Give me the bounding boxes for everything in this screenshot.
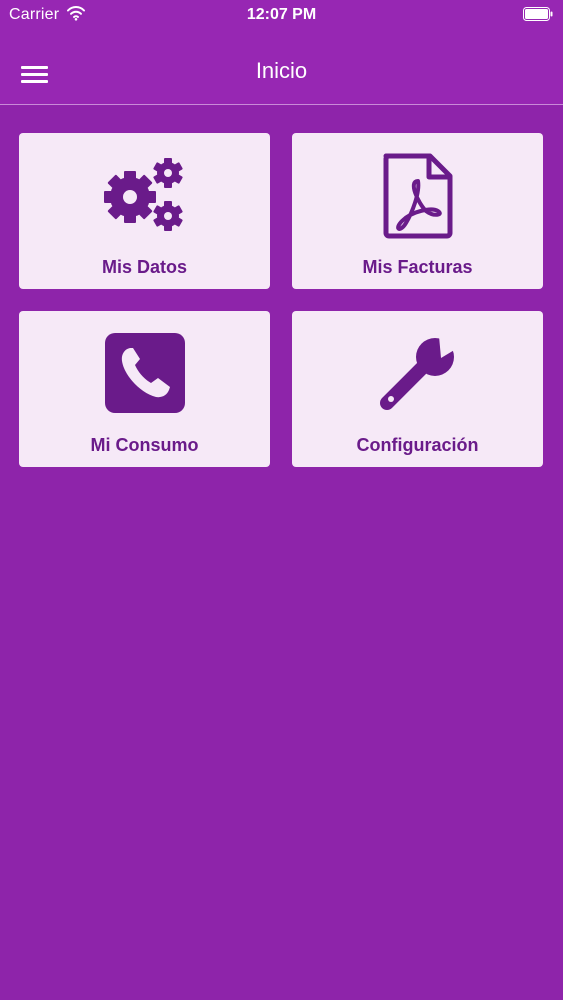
tile-configuracion[interactable]: Configuración <box>292 311 543 467</box>
tile-label: Mis Datos <box>101 257 188 277</box>
phone-icon <box>19 331 270 417</box>
pdf-document-icon <box>292 153 543 239</box>
tile-label: Mi Consumo <box>90 435 199 455</box>
wrench-icon <box>292 331 543 417</box>
tile-label: Configuración <box>356 435 479 455</box>
navigation-bar: Inicio <box>0 44 563 104</box>
status-bar: Carrier 12:07 PM <box>0 0 563 30</box>
status-time: 12:07 PM <box>246 6 317 23</box>
page-title: Inicio <box>255 58 308 83</box>
tile-mis-facturas[interactable]: Mis Facturas <box>292 133 543 289</box>
battery-icon <box>523 7 553 21</box>
top-bar: Carrier 12:07 PM Inicio <box>0 0 563 105</box>
gears-icon <box>19 153 270 239</box>
menu-grid: Mis Datos Mis Facturas Mi Consumo Config… <box>19 133 544 468</box>
tile-mi-consumo[interactable]: Mi Consumo <box>19 311 270 467</box>
tile-label: Mis Facturas <box>362 257 473 277</box>
tile-mis-datos[interactable]: Mis Datos <box>19 133 270 289</box>
